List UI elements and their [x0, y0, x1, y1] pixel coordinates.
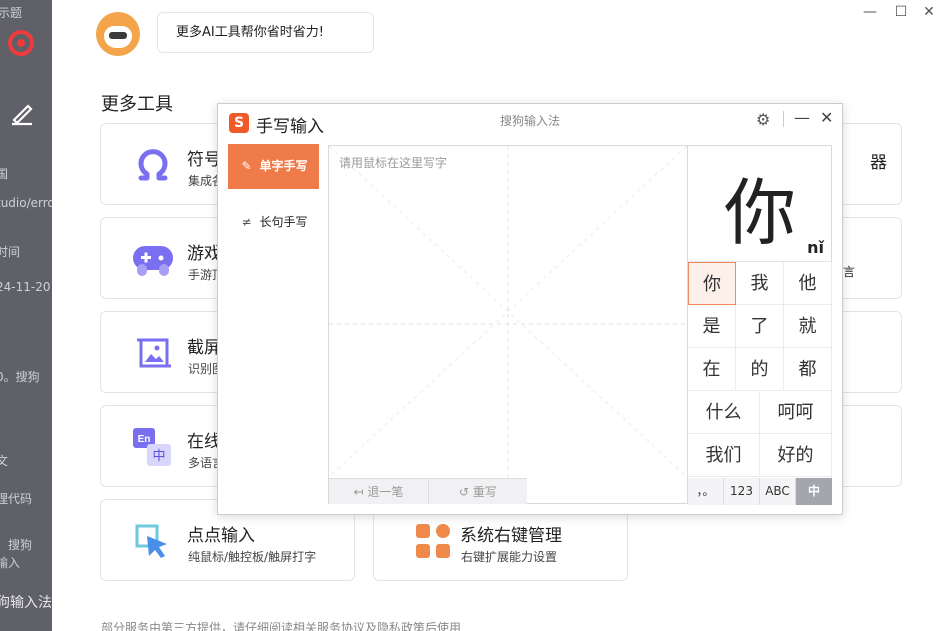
left-fragment: 0。搜狗: [0, 370, 40, 384]
svg-text:中: 中: [152, 449, 165, 464]
avatar[interactable]: [96, 12, 140, 56]
gamepad-icon: [133, 246, 173, 276]
divider: [783, 111, 784, 127]
window-title: 手写输入: [256, 117, 324, 137]
candidate-cell[interactable]: 你: [688, 262, 736, 305]
left-fragment: tudio/erro: [0, 196, 52, 210]
sogou-logo-icon: S: [229, 113, 249, 133]
writing-pad[interactable]: 请用鼠标在这里写字 ↤ 退一笔 ↺ 重写: [328, 145, 688, 504]
candidate-cell[interactable]: 他: [784, 262, 832, 305]
candidate-cell[interactable]: 呵呵: [760, 391, 832, 434]
settings-gear-icon[interactable]: ⚙: [756, 110, 770, 129]
candidate-cell[interactable]: 在: [688, 348, 736, 391]
card-subtitle: 纯鼠标/触控板/触屏打字: [188, 550, 317, 564]
left-fragment: 国: [0, 167, 9, 181]
window-close-button[interactable]: ✕: [921, 4, 937, 20]
candidate-cell[interactable]: 就: [784, 305, 832, 348]
card-title: 在线: [187, 432, 221, 452]
candidate-cell[interactable]: 了: [736, 305, 784, 348]
background-left-strip: 示题 国 tudio/erro 时间 24-11-20 0。搜狗 文 理代码 。…: [0, 0, 52, 631]
handwriting-window: S 手写输入 搜狗输入法 ⚙ — ✕ ✎ 单字手写 ≠ 长句手写 请用鼠标在这里写字…: [217, 103, 843, 515]
mode-label: 长句手写: [259, 215, 308, 229]
footer-note: 部分服务由第三方提供，请仔细阅读相关服务协议及隐私政策后使用: [101, 621, 462, 631]
left-fragment: 24-11-20: [0, 280, 51, 294]
card-title: 游戏: [187, 244, 221, 264]
card-title: 符号: [187, 150, 221, 170]
mode-sentence[interactable]: ≠ 长句手写: [228, 200, 319, 245]
number-mode-button[interactable]: 123: [724, 478, 760, 505]
undo-icon: ↤: [353, 485, 368, 499]
left-fragment: 时间: [0, 245, 21, 259]
preview-area: 你 nǐ: [688, 146, 832, 262]
card-title: 系统右键管理: [460, 526, 562, 546]
candidate-cell[interactable]: 我们: [688, 434, 760, 477]
candidate-cell[interactable]: 的: [736, 348, 784, 391]
mode-single-char[interactable]: ✎ 单字手写: [228, 144, 319, 189]
window-maximize-button[interactable]: ☐: [893, 4, 909, 20]
pad-hint: 请用鼠标在这里写字: [339, 156, 448, 170]
sentence-icon: ≠: [241, 215, 252, 229]
card-title: 截屏: [187, 338, 221, 358]
left-fragment: 文: [0, 454, 9, 468]
candidate-cell[interactable]: 我: [736, 262, 784, 305]
refresh-icon: ↺: [459, 485, 473, 499]
card-title: 点点输入: [187, 526, 255, 546]
english-mode-button[interactable]: ABC: [760, 478, 796, 505]
card-subtitle-fragment: 言: [842, 265, 855, 279]
candidate-cell[interactable]: 都: [784, 348, 832, 391]
window-minimize-button[interactable]: —: [862, 4, 878, 20]
rewrite-label: 重写: [472, 485, 497, 499]
chinese-mode-button[interactable]: 中: [796, 478, 832, 505]
left-fragment: 示题: [0, 6, 23, 20]
edit-icon[interactable]: [8, 98, 36, 126]
punctuation-mode-button[interactable]: ，。: [688, 478, 724, 505]
minimize-button[interactable]: —: [794, 108, 810, 127]
preview-char: 你: [724, 171, 797, 255]
preview-pinyin: nǐ: [807, 238, 824, 257]
card-title-fragment: 器: [870, 153, 887, 173]
section-title: 更多工具: [101, 94, 173, 115]
left-fragment: 狗输入法: [0, 595, 52, 611]
translate-icon: En 中: [133, 428, 171, 466]
candidate-cell[interactable]: 什么: [688, 391, 760, 434]
candidate-cell[interactable]: 好的: [760, 434, 832, 477]
screenshot-icon: [137, 338, 171, 368]
candidate-panel: 你 nǐ 你 我 他 是 了 就 在 的 都 什么 呵呵 我们 好的 ，。 12…: [688, 145, 832, 505]
undo-label: 退一笔: [367, 485, 404, 499]
close-button[interactable]: ✕: [820, 108, 833, 127]
left-fragment: 。搜狗: [0, 538, 33, 552]
rewrite-button[interactable]: ↺ 重写: [428, 478, 527, 504]
svg-text:En: En: [138, 434, 151, 445]
card-subtitle: 右键扩展能力设置: [461, 550, 558, 564]
context-menu-icon: [416, 524, 450, 558]
promo-bubble[interactable]: 更多AI工具帮你省时省力!: [157, 12, 374, 53]
omega-icon: [138, 149, 168, 181]
candidate-cell[interactable]: 是: [688, 305, 736, 348]
pad-guides: [329, 146, 687, 477]
pen-icon: ✎: [241, 159, 252, 173]
left-fragment: 输入: [0, 556, 21, 570]
undo-stroke-button[interactable]: ↤ 退一笔: [329, 478, 428, 504]
click-input-icon: [135, 524, 167, 558]
target-icon[interactable]: [8, 30, 34, 56]
brand-label: 搜狗输入法: [500, 114, 561, 128]
mode-label: 单字手写: [259, 159, 308, 173]
left-fragment: 理代码: [0, 492, 33, 506]
